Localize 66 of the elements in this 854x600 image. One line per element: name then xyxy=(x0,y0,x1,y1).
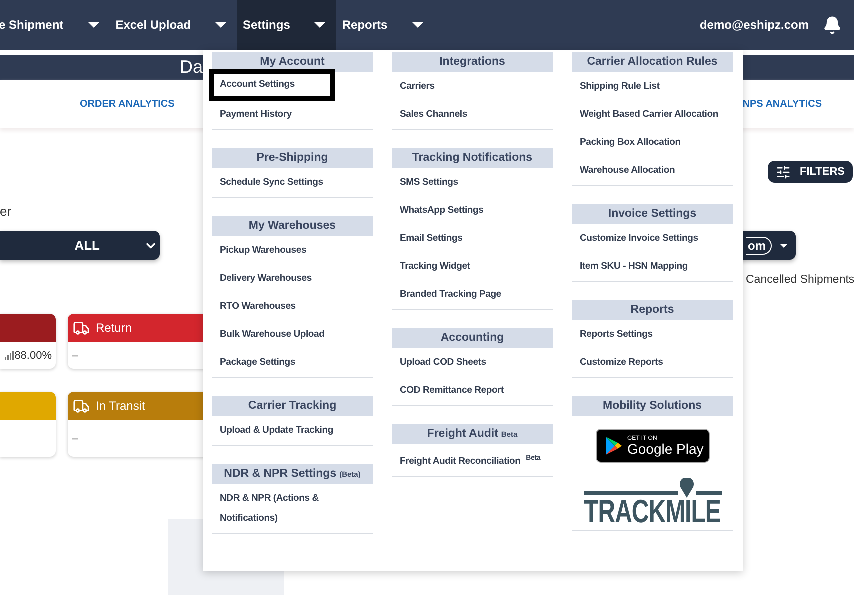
menu-item[interactable]: Bulk Warehouse Upload xyxy=(212,321,373,349)
menu-item[interactable]: Payment History xyxy=(212,101,373,129)
section-heading: Mobility Solutions xyxy=(572,396,733,416)
truck-icon xyxy=(73,320,90,336)
section-heading: Carrier Allocation Rules xyxy=(572,52,733,72)
menu-item[interactable]: RTO Warehouses xyxy=(212,293,373,321)
field-label: er xyxy=(0,204,12,219)
section-heading: My Warehouses xyxy=(212,216,373,236)
section-heading: Pre-Shipping xyxy=(212,148,373,168)
badge-title: Google Play xyxy=(628,442,704,456)
analytics-tab[interactable]: NPS ANALYTICS xyxy=(742,98,822,110)
menu-item[interactable]: Email Settings xyxy=(392,225,553,253)
logo-wordmark: TRACKMILE xyxy=(584,495,721,531)
filters-button[interactable]: FILTERS xyxy=(768,161,853,183)
caret-icon xyxy=(780,244,788,248)
page-title: Da xyxy=(180,57,204,78)
play-store-icon xyxy=(604,436,622,456)
nav-menu[interactable]: Excel Upload xyxy=(110,0,238,50)
menu-item[interactable]: Schedule Sync Settings xyxy=(212,169,373,197)
caret-icon xyxy=(412,22,424,28)
menu-item[interactable]: Delivery Warehouses xyxy=(212,265,373,293)
menu-item[interactable]: Carriers xyxy=(392,73,553,101)
menu-item[interactable]: WhatsApp Settings xyxy=(392,197,553,225)
legend-label: Cancelled Shipments xyxy=(746,274,854,286)
menu-item[interactable]: Customize Reports xyxy=(572,349,733,377)
menu-item[interactable]: Pickup Warehouses xyxy=(212,237,373,265)
menu-item[interactable]: Tracking Widget xyxy=(392,253,553,281)
sliders-icon xyxy=(776,164,791,180)
user-email: demo@eshipz.com xyxy=(700,18,809,32)
caret-icon xyxy=(88,22,100,28)
menu-item[interactable]: Freight Audit Reconciliation $^{Beta}$ xyxy=(392,445,553,476)
section-heading: Accounting xyxy=(392,328,553,348)
nav-menu[interactable]: Settings xyxy=(237,0,336,50)
menu-item[interactable]: Sales Channels xyxy=(392,101,553,129)
card-title: Return xyxy=(96,321,132,335)
menu-item[interactable]: Warehouse Allocation xyxy=(572,157,733,185)
section-heading: Integrations xyxy=(392,52,553,72)
menu-item[interactable]: Upload & Update Tracking xyxy=(212,417,373,445)
menu-item[interactable]: Account Settings xyxy=(209,69,335,101)
section-heading: Reports xyxy=(572,300,733,320)
caret-icon xyxy=(314,22,326,28)
section-heading: Carrier Tracking xyxy=(212,396,373,416)
menu-item[interactable]: Weight Based Carrier Allocation xyxy=(572,101,733,129)
truck-icon xyxy=(73,398,90,414)
menu-item[interactable]: Upload COD Sheets xyxy=(392,349,553,377)
stat-value: – xyxy=(72,350,78,362)
stat-value: – xyxy=(72,432,78,444)
notification-icon[interactable] xyxy=(823,16,842,34)
analytics-tab[interactable]: ORDER ANALYTICS xyxy=(80,98,175,110)
menu-item[interactable]: SMS Settings xyxy=(392,169,553,197)
menu-item[interactable]: COD Remittance Report xyxy=(392,377,553,405)
menu-item[interactable]: Packing Box Allocation xyxy=(572,129,733,157)
card-title: In Transit xyxy=(96,399,146,413)
section-heading: Invoice Settings xyxy=(572,204,733,224)
caret-icon xyxy=(215,22,228,28)
menu-item[interactable]: NDR & NPR (Actions & Notifications) xyxy=(212,485,373,533)
map-pin-icon xyxy=(584,478,722,498)
bars-icon xyxy=(4,351,14,360)
menu-item[interactable]: Shipping Rule List xyxy=(572,73,733,101)
menu-item[interactable]: Branded Tracking Page xyxy=(392,281,553,309)
dropdown[interactable]: ALL xyxy=(0,231,160,260)
section-heading: Tracking Notifications xyxy=(392,148,553,168)
menu-item[interactable]: Package Settings xyxy=(212,349,373,377)
stat-value: 88.00% xyxy=(14,350,52,362)
nav-menu[interactable]: Reports xyxy=(336,0,434,50)
menu-item[interactable]: Reports Settings xyxy=(572,321,733,349)
